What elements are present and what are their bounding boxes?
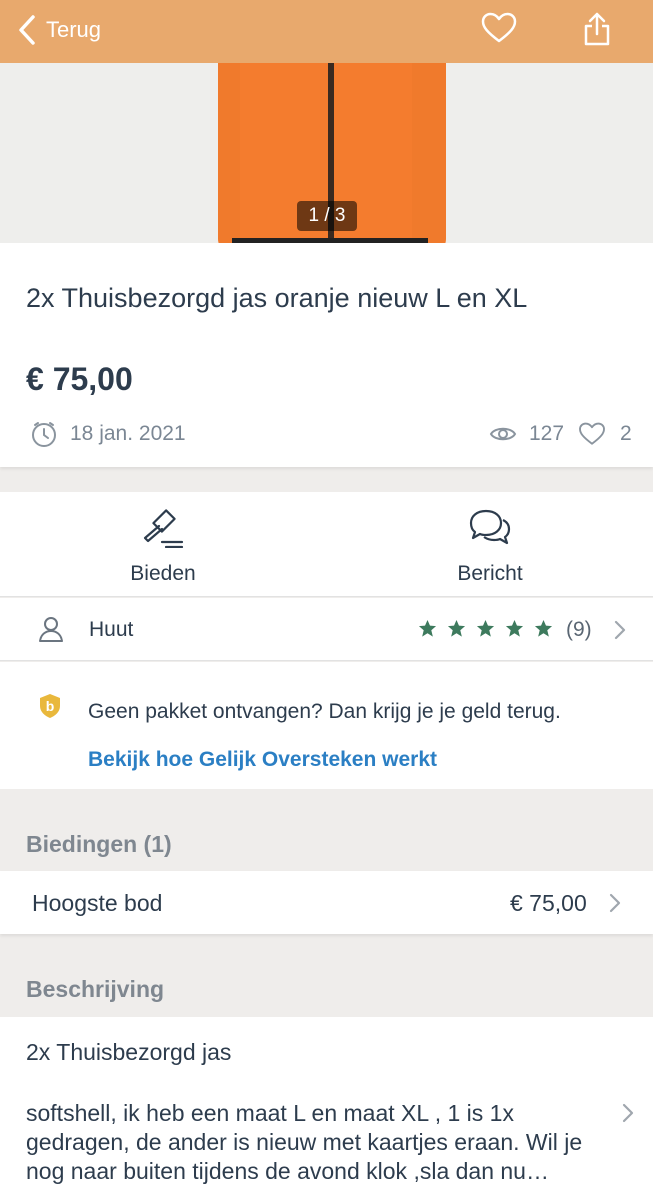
gavel-icon [143, 509, 184, 548]
views-count: 127 [529, 422, 565, 445]
listing-title: 2x Thuisbezorgd jas oranje nieuw L en XL [26, 283, 528, 313]
chevron-right-icon [622, 1103, 634, 1123]
clock-icon [32, 422, 56, 447]
highest-bid-row[interactable]: Hoogste bod € 75,00 [0, 871, 653, 934]
rating-count: (9) [566, 618, 592, 641]
top-bar: Terug [0, 0, 653, 63]
listing-date: 18 jan. 2021 [30, 419, 186, 449]
seller-row[interactable]: Huut (9) [0, 598, 653, 661]
listing-price: € 75,00 [26, 361, 133, 397]
star-icon [476, 619, 495, 637]
heart-icon[interactable] [481, 12, 517, 44]
share-icon[interactable] [583, 12, 611, 46]
jacket-sleeve-right [412, 63, 446, 243]
description-section[interactable]: 2x Thuisbezorgd jas softshell, ik heb ee… [0, 1017, 653, 1199]
action-bar: Bieden Bericht [0, 492, 653, 597]
svg-text:b: b [46, 698, 55, 714]
star-icon [447, 619, 466, 637]
highest-bid-label: Hoogste bod [32, 890, 163, 916]
buyer-protection: b Geen pakket ontvangen? Dan krijg je je… [0, 662, 653, 789]
bid-button[interactable]: Bieden [0, 492, 326, 597]
protection-text: Geen pakket ontvangen? Dan krijg je je g… [88, 700, 561, 723]
heart-outline-icon [579, 422, 605, 445]
rating-stars [418, 619, 553, 638]
star-icon [418, 619, 437, 637]
chevron-left-icon [19, 15, 35, 45]
chevron-right-icon [609, 893, 621, 913]
eye-icon [489, 427, 517, 441]
description-title: 2x Thuisbezorgd jas [26, 1039, 232, 1065]
bid-label: Bieden [130, 562, 196, 585]
seller-name: Huut [89, 618, 134, 641]
description-body: softshell, ik heb een maat L en maat XL … [26, 1100, 583, 1184]
date-text: 18 jan. 2021 [70, 422, 186, 445]
user-icon [39, 617, 63, 642]
listing-stats: 127 2 [489, 419, 632, 449]
back-label: Terug [46, 17, 102, 42]
message-button[interactable]: Bericht [327, 492, 653, 597]
back-button[interactable]: Terug [18, 12, 101, 48]
photo-counter: 1 / 3 [297, 201, 357, 231]
bids-heading: Biedingen (1) [26, 831, 172, 857]
chevron-right-icon [614, 620, 626, 640]
favorites-count: 2 [620, 422, 632, 445]
shield-badge-icon: b [40, 694, 60, 718]
listing-summary: 2x Thuisbezorgd jas oranje nieuw L en XL… [0, 243, 653, 467]
product-photo[interactable]: 1 / 3 [0, 63, 653, 243]
highest-bid-value: € 75,00 [510, 890, 587, 916]
protection-link[interactable]: Bekijk hoe Gelijk Oversteken werkt [88, 748, 437, 772]
star-icon [534, 619, 553, 637]
message-label: Bericht [457, 562, 523, 585]
chat-icon [469, 509, 511, 545]
description-heading: Beschrijving [26, 976, 165, 1002]
star-icon [505, 619, 524, 637]
